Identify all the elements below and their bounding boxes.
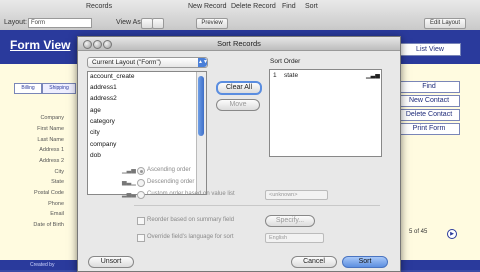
list-item[interactable]: dob: [90, 152, 101, 159]
new-contact-button[interactable]: New Contact: [398, 95, 460, 107]
view-list-button[interactable]: [152, 18, 164, 29]
first-name-label: First Name: [37, 126, 64, 132]
specify-button[interactable]: Specify...: [265, 215, 315, 227]
override-language-label: Override field's language for sort: [147, 234, 234, 240]
tab-billing[interactable]: Billing: [14, 83, 42, 94]
value-list-select[interactable]: <unknown>: [265, 190, 328, 200]
fm-toolbar: Records Layout: Form View As: Preview Ne…: [0, 0, 480, 31]
find-button[interactable]: Find: [282, 3, 296, 10]
next-record-icon[interactable]: ▶: [447, 229, 457, 239]
list-item[interactable]: address2: [90, 95, 117, 102]
ascending-icon: ▁▃▅: [122, 168, 136, 174]
tab-shipping[interactable]: Shipping: [42, 83, 76, 94]
sort-order-label: Sort Order: [270, 58, 301, 65]
unsort-button[interactable]: Unsort: [88, 256, 134, 268]
form-view-title[interactable]: Form View: [10, 38, 70, 52]
ascending-label: Ascending order: [147, 167, 191, 173]
sort-toolbar-button[interactable]: Sort: [305, 3, 318, 10]
ascending-radio[interactable]: [137, 167, 145, 175]
cancel-button[interactable]: Cancel: [291, 256, 337, 268]
language-select[interactable]: English: [265, 233, 324, 243]
preview-button[interactable]: Preview: [196, 18, 228, 29]
layout-source-value: Current Layout ("Form"): [92, 59, 161, 66]
last-name-label: Last Name: [37, 137, 64, 143]
sort-item-field[interactable]: state: [284, 72, 298, 79]
field-list[interactable]: account_create address1 address2 age cat…: [87, 71, 207, 195]
layout-select[interactable]: Form: [28, 18, 92, 28]
list-item[interactable]: address1: [90, 84, 117, 91]
sort-item-number: 1: [273, 72, 277, 79]
reorder-label: Reorder based on summary field: [147, 217, 235, 223]
phone-label: Phone: [48, 201, 64, 207]
dialog-titlebar: Sort Records: [78, 37, 400, 51]
address1-label: Address 1: [39, 147, 64, 153]
layout-label: Layout:: [4, 19, 27, 26]
page-count: 5 of 45: [409, 229, 428, 235]
new-record-button[interactable]: New Record: [188, 3, 227, 10]
descending-label: Descending order: [147, 179, 195, 185]
sort-records-dialog: Sort Records Current Layout ("Form") ▲▼ …: [77, 36, 401, 272]
state-label: State: [51, 179, 64, 185]
scrollbar-thumb[interactable]: [198, 76, 204, 136]
city-label: City: [54, 169, 64, 175]
reorder-checkbox[interactable]: [137, 217, 145, 225]
list-item[interactable]: city: [90, 129, 100, 136]
list-item[interactable]: age: [90, 107, 101, 114]
print-form-button[interactable]: Print Form: [398, 123, 460, 135]
email-label: Email: [50, 211, 64, 217]
delete-contact-button[interactable]: Delete Contact: [398, 109, 460, 121]
list-view-button[interactable]: List View: [399, 43, 461, 56]
custom-order-radio[interactable]: [137, 191, 145, 199]
clear-all-button[interactable]: Clear All: [216, 81, 262, 95]
layout-source-select[interactable]: Current Layout ("Form") ▲▼: [87, 57, 208, 68]
custom-order-icon: ▂▅▃: [122, 192, 136, 198]
sort-order-list[interactable]: 1 state ▁▃▅: [269, 69, 382, 157]
company-label: Company: [40, 115, 64, 121]
descending-icon: ▅▃▁: [122, 180, 136, 186]
delete-record-button[interactable]: Delete Record: [231, 3, 276, 10]
override-language-checkbox[interactable]: [137, 234, 145, 242]
sort-button[interactable]: Sort: [342, 256, 388, 268]
list-item[interactable]: category: [90, 118, 115, 125]
select-arrows-icon: ▲▼: [198, 58, 208, 67]
list-item[interactable]: account_create: [90, 73, 134, 80]
field-list-scrollbar[interactable]: [196, 72, 206, 194]
view-as-label: View As:: [116, 19, 143, 26]
created-by-text: Created by: [30, 262, 55, 268]
edit-layout-button[interactable]: Edit Layout: [424, 18, 466, 29]
divider: [134, 205, 380, 206]
find-contact-button[interactable]: Find: [398, 81, 460, 93]
move-button[interactable]: Move: [216, 99, 260, 111]
postal-code-label: Postal Code: [34, 190, 64, 196]
records-label: Records: [86, 3, 113, 10]
ascending-sort-icon: ▁▃▅: [366, 73, 380, 79]
custom-order-label: Custom order based on value list: [147, 191, 235, 197]
list-item[interactable]: company: [90, 141, 116, 148]
dialog-title: Sort Records: [217, 39, 261, 48]
dob-label: Date of Birth: [33, 222, 64, 228]
descending-radio[interactable]: [137, 179, 145, 187]
address2-label: Address 2: [39, 158, 64, 164]
